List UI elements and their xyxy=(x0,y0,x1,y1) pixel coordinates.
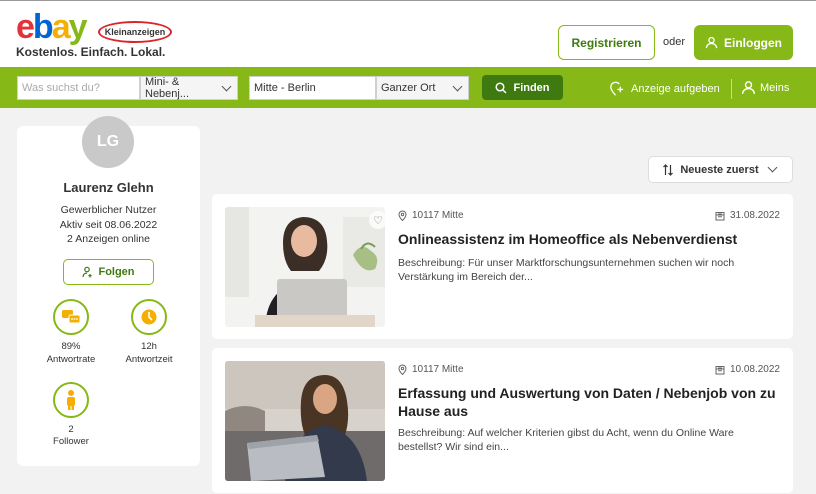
user-icon xyxy=(741,81,756,94)
header: ebay Kleinanzeigen Kostenlos. Einfach. L… xyxy=(0,0,816,67)
sort-icon xyxy=(663,163,674,176)
meins-label: Meins xyxy=(760,81,790,94)
listing-location-text: 10117 Mitte xyxy=(412,364,464,375)
listing-date: 10.08.2022 xyxy=(715,364,780,375)
listing-image[interactable] xyxy=(225,207,385,327)
user-icon xyxy=(705,36,718,49)
response-rate-value: 89% xyxy=(61,341,81,352)
listing-date: 31.08.2022 xyxy=(715,210,780,221)
followers-value: 2 xyxy=(68,424,74,435)
listing-location-text: 10117 Mitte xyxy=(412,210,464,221)
sort-dropdown[interactable]: Neueste zuerst xyxy=(648,156,793,183)
post-ad-link[interactable]: Anzeige aufgeben xyxy=(608,80,720,97)
post-ad-label: Anzeige aufgeben xyxy=(631,82,720,95)
chevron-down-icon xyxy=(767,162,778,173)
response-time-label: Antwortzeit xyxy=(125,354,173,365)
add-location-icon xyxy=(610,81,624,96)
search-icon xyxy=(495,81,507,94)
follow-label: Folgen xyxy=(98,266,135,278)
logo-wordmark: ebay xyxy=(16,8,88,46)
logo-badge: Kleinanzeigen xyxy=(98,21,172,43)
followers-label: Follower xyxy=(53,436,89,447)
listing-item[interactable]: 10117 Mitte 10.08.2022 Erfassung und Aus… xyxy=(212,348,793,493)
chevron-down-icon xyxy=(452,81,463,91)
find-label: Finden xyxy=(513,81,550,94)
listing-location: 10117 Mitte xyxy=(398,210,464,221)
search-bar: Was suchst du? Mini- & Nebenj... Mitte -… xyxy=(0,67,816,108)
sort-label: Neueste zuerst xyxy=(680,163,759,176)
active-since: Aktiv seit 08.06.2022 xyxy=(59,219,158,231)
login-button[interactable]: Einloggen xyxy=(694,25,793,60)
listing-date-text: 10.08.2022 xyxy=(729,364,780,375)
category-value: Mini- & Nebenj... xyxy=(145,76,190,100)
radius-select[interactable]: Ganzer Ort xyxy=(376,76,469,100)
search-input[interactable]: Was suchst du? xyxy=(17,76,140,100)
response-rate-label: Antwortrate xyxy=(46,354,96,365)
location-pin-icon xyxy=(398,210,407,221)
calendar-icon xyxy=(715,365,725,374)
listing-date-text: 31.08.2022 xyxy=(729,210,780,221)
tagline: Kostenlos. Einfach. Lokal. xyxy=(16,45,166,59)
location-input[interactable]: Mitte - Berlin xyxy=(249,76,376,100)
radius-value: Ganzer Ort xyxy=(381,82,436,94)
listing-location: 10117 Mitte xyxy=(398,364,464,375)
ads-online: 2 Anzeigen online xyxy=(67,233,150,245)
calendar-icon xyxy=(715,211,725,220)
listing-description: Beschreibung: Für unser Marktforschungsu… xyxy=(398,257,735,283)
seller-profile-card: LG Laurenz Glehn Gewerblicher Nutzer Akt… xyxy=(17,116,200,466)
meins-link[interactable]: Meins xyxy=(741,80,789,95)
response-time-value: 12h xyxy=(141,341,157,352)
or-label: oder xyxy=(663,36,686,48)
listing-title[interactable]: Onlineassistenz im Homeoffice als Nebenv… xyxy=(398,230,783,248)
add-user-icon xyxy=(82,266,93,278)
listing-image[interactable] xyxy=(225,361,385,481)
response-time-icon xyxy=(131,299,167,335)
chevron-down-icon xyxy=(221,81,232,91)
location-pin-icon xyxy=(398,364,407,375)
avatar: LG xyxy=(82,116,134,168)
seller-name: Laurenz Glehn xyxy=(63,180,154,195)
follow-button[interactable]: Folgen xyxy=(63,259,154,285)
listing-description: Beschreibung: Auf welcher Kriterien gibs… xyxy=(398,427,734,453)
divider xyxy=(731,79,732,99)
category-select[interactable]: Mini- & Nebenj... xyxy=(140,76,238,100)
register-button[interactable]: Registrieren xyxy=(558,25,655,60)
find-button[interactable]: Finden xyxy=(482,75,563,100)
listing-title[interactable]: Erfassung und Auswertung von Daten / Neb… xyxy=(398,384,783,420)
login-label: Einloggen xyxy=(724,35,782,50)
followers-icon xyxy=(53,382,89,418)
response-rate-icon xyxy=(53,299,89,335)
site-logo[interactable]: ebay Kleinanzeigen Kostenlos. Einfach. L… xyxy=(16,9,186,61)
heart-icon[interactable]: ♡ xyxy=(369,211,387,229)
user-type: Gewerblicher Nutzer xyxy=(60,204,157,216)
listing-item[interactable]: ♡ 10117 Mitte 31.08.2022 Onlineassistenz… xyxy=(212,194,793,339)
